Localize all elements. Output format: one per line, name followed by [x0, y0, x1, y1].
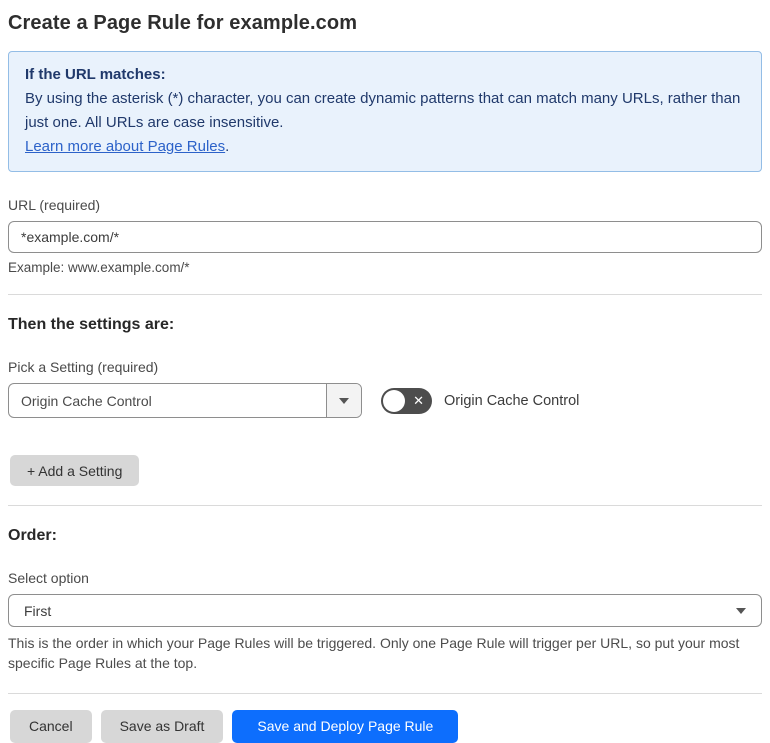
settings-section-heading: Then the settings are:	[8, 316, 175, 333]
setting-select[interactable]: Origin Cache Control	[8, 383, 362, 418]
info-box-heading: If the URL matches:	[25, 66, 166, 83]
page-title: Create a Page Rule for example.com	[8, 12, 358, 34]
url-field-label: URL (required)	[8, 197, 101, 213]
divider	[8, 505, 762, 506]
save-as-draft-button[interactable]: Save as Draft	[100, 709, 224, 743]
order-help-text: This is the order in which your Page Rul…	[8, 635, 740, 671]
divider	[8, 692, 762, 694]
order-section-heading: Order:	[8, 527, 57, 544]
setting-row: Origin Cache Control ✕ Origin Cache Cont…	[8, 383, 762, 418]
url-match-info-box: If the URL matches: By using the asteris…	[8, 51, 762, 172]
cancel-button[interactable]: Cancel	[10, 709, 92, 743]
url-example-text: Example: www.example.com/*	[8, 260, 190, 275]
action-buttons-row: Cancel Save as Draft Save and Deploy Pag…	[10, 709, 762, 743]
info-box-body: By using the asterisk (*) character, you…	[25, 90, 741, 131]
learn-more-link[interactable]: Learn more about Page Rules	[25, 138, 225, 155]
origin-cache-control-toggle[interactable]: ✕	[381, 387, 432, 414]
order-select[interactable]: First	[8, 594, 762, 627]
order-select-value: First	[24, 602, 52, 619]
divider	[8, 294, 762, 295]
link-period: .	[225, 137, 230, 155]
toggle-off-x-icon: ✕	[413, 392, 424, 408]
setting-select-arrow-button[interactable]	[326, 384, 361, 417]
add-setting-button[interactable]: + Add a Setting	[10, 455, 140, 486]
order-select-label: Select option	[8, 570, 89, 586]
save-and-deploy-button[interactable]: Save and Deploy Page Rule	[232, 709, 459, 743]
toggle-knob	[383, 389, 405, 412]
setting-select-value: Origin Cache Control	[21, 392, 152, 409]
toggle-label: Origin Cache Control	[444, 392, 580, 409]
info-link-line: Learn more about Page Rules.	[25, 135, 745, 158]
create-page-rule-form: Create a Page Rule for example.com If th…	[0, 0, 770, 743]
chevron-down-icon	[736, 607, 746, 614]
pick-setting-label: Pick a Setting (required)	[8, 359, 159, 375]
url-input[interactable]	[8, 221, 762, 253]
chevron-down-icon	[339, 397, 349, 404]
